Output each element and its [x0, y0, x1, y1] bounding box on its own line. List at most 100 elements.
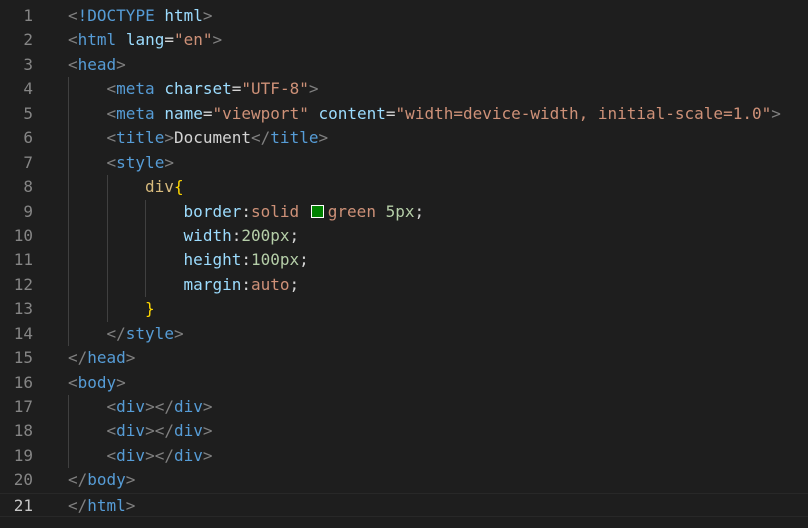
code-text: border:solid green 5px;: [184, 200, 425, 224]
code-token: <: [68, 372, 78, 392]
line-number: 2: [23, 30, 33, 50]
code-token: >: [164, 152, 174, 172]
code-token: =: [202, 103, 213, 123]
code-token: ></: [145, 397, 174, 416]
line-number: 18: [13, 421, 33, 441]
code-line[interactable]: 20 </body>: [0, 468, 808, 492]
code-token: >: [202, 445, 213, 465]
line-number: 10: [13, 225, 33, 245]
code-token: meta: [116, 79, 155, 99]
code-line[interactable]: 12 margin:auto;: [0, 272, 808, 298]
code-token: ;: [414, 201, 425, 221]
line-number: 20: [13, 470, 33, 490]
code-token: <: [68, 30, 78, 50]
code-line[interactable]: 4 <meta charset="UTF-8">: [0, 77, 808, 102]
code-text: <title>Document</title>: [107, 126, 329, 150]
code-token: >: [308, 79, 319, 99]
code-token: <: [106, 421, 117, 441]
code-line[interactable]: 5 <meta name="viewport" content="width=de…: [0, 101, 808, 127]
line-number: 13: [13, 299, 33, 319]
code-token: name: [164, 103, 203, 123]
code-editor[interactable]: 1 <!DOCTYPE html> 2 <html lang="en"> 3 <head>…: [0, 0, 808, 528]
code-line[interactable]: 3 <head>: [0, 53, 808, 77]
code-token: >: [318, 128, 329, 148]
code-line[interactable]: 2 <html lang="en">: [0, 28, 808, 52]
code-text: </style>: [107, 322, 184, 346]
code-text: <html lang="en">: [68, 28, 222, 52]
code-text: <div></div>: [107, 444, 213, 468]
code-line[interactable]: 10 width:200px;: [0, 223, 808, 249]
code-text: height:100px;: [184, 248, 309, 272]
code-line[interactable]: 17 <div></div>: [0, 395, 808, 420]
code-line[interactable]: 15 </head>: [0, 346, 808, 370]
code-text: margin:auto;: [184, 273, 300, 297]
code-line[interactable]: 18 <div></div>: [0, 419, 808, 444]
code-token: "en": [173, 30, 213, 50]
line-number: 16: [13, 372, 33, 392]
code-token: </: [68, 495, 88, 515]
indent-guide: [145, 199, 147, 224]
indent-guide: [106, 272, 108, 298]
code-token: html: [87, 495, 126, 515]
code-line[interactable]: 1 <!DOCTYPE html>: [0, 4, 808, 28]
line-number: 14: [13, 323, 33, 343]
line-number: 12: [13, 274, 33, 294]
code-token: 200px: [241, 225, 290, 245]
color-swatch-icon[interactable]: [310, 204, 324, 218]
code-token: title: [116, 128, 165, 148]
code-token: title: [270, 128, 319, 148]
indent-guide: [68, 175, 69, 200]
code-line[interactable]: 14 </style>: [0, 321, 808, 347]
code-line[interactable]: 8 div{: [0, 175, 808, 200]
code-text: <meta charset="UTF-8">: [107, 77, 319, 101]
code-token: ></: [145, 445, 174, 465]
code-token: div: [173, 397, 203, 416]
code-token: border: [183, 201, 242, 221]
code-token: style: [125, 323, 174, 343]
code-token: ></: [145, 421, 174, 441]
code-token: {: [173, 177, 184, 197]
code-token: auto: [250, 274, 290, 294]
code-token: <: [106, 397, 117, 416]
code-token: >: [173, 323, 184, 343]
indent-guide: [68, 419, 69, 444]
code-token: <: [106, 128, 117, 148]
code-token: charset: [164, 79, 232, 99]
code-lines[interactable]: 1 <!DOCTYPE html> 2 <html lang="en"> 3 <head>…: [0, 4, 808, 518]
indent-guide: [68, 272, 69, 298]
code-token: <: [106, 152, 117, 172]
code-token: </: [106, 323, 126, 343]
code-line[interactable]: 9 border:solid green 5px;: [0, 199, 808, 224]
code-token: ;: [289, 225, 300, 245]
code-token: height: [183, 250, 242, 270]
line-number: 8: [23, 177, 33, 197]
indent-guide: [68, 199, 69, 224]
code-text: </head>: [68, 346, 135, 370]
code-line[interactable]: 11 height:100px;: [0, 248, 808, 273]
code-token: div: [116, 445, 146, 465]
code-line[interactable]: 16 <body>: [0, 371, 808, 395]
code-token: Document: [173, 128, 252, 148]
indent-guide: [145, 248, 147, 273]
code-line[interactable]: 21 </html>: [0, 492, 808, 518]
code-line[interactable]: 13}: [0, 297, 808, 322]
code-text: }: [145, 297, 155, 321]
code-token: <: [106, 103, 117, 123]
code-line[interactable]: 6 <title>Document</title>: [0, 126, 808, 151]
code-line[interactable]: 19 <div></div>: [0, 443, 808, 469]
line-number: 1: [23, 6, 33, 25]
code-token: <: [68, 54, 78, 74]
code-token: </: [251, 128, 271, 148]
code-line[interactable]: 7 <style>: [0, 150, 808, 176]
code-text: <div></div>: [107, 419, 213, 443]
code-token: margin: [183, 274, 242, 294]
code-text: <body>: [68, 371, 126, 395]
code-token: >: [164, 128, 174, 148]
code-token: div: [116, 421, 146, 441]
indent-guide: [68, 126, 69, 151]
code-text: <meta name="viewport" content="width=dev…: [107, 102, 781, 126]
indent-guide: [68, 297, 69, 322]
